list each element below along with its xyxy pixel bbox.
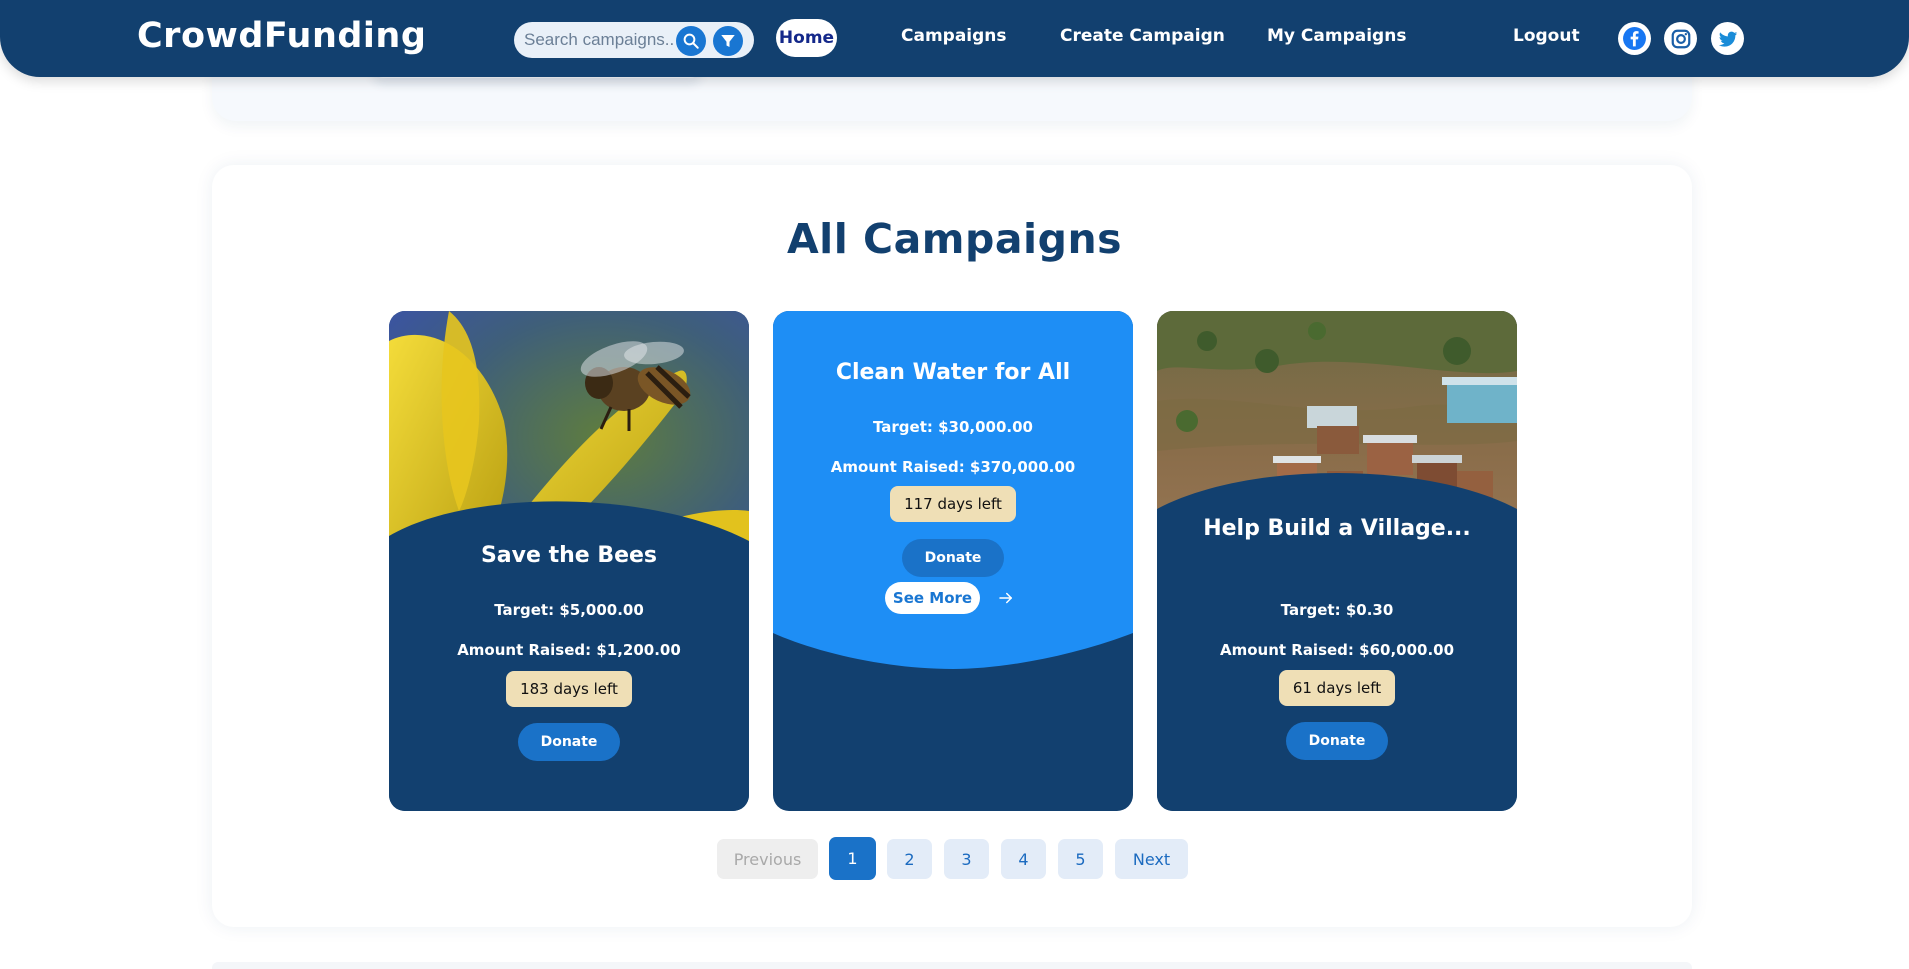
see-more-button[interactable]: See More [885, 582, 980, 614]
pagination-next[interactable]: Next [1115, 839, 1188, 879]
campaign-target: Target: $5,000.00 [494, 601, 644, 619]
pagination-page-2[interactable]: 2 [887, 839, 932, 879]
donate-button[interactable]: Donate [1286, 722, 1388, 760]
campaign-title: Clean Water for All [835, 360, 1071, 385]
days-left-badge: 117 days left [890, 486, 1016, 522]
campaign-target: Target: $0.30 [1280, 601, 1394, 619]
arrow-right-glyph [999, 592, 1012, 604]
instagram-link[interactable] [1664, 22, 1697, 55]
campaign-raised: Amount Raised: $1,200.00 [457, 641, 681, 659]
pagination-previous[interactable]: Previous [717, 839, 818, 879]
campaign-card[interactable]: Clean Water for All Target: $30,000.00 A… [773, 311, 1133, 811]
days-left-badge: 61 days left [1279, 670, 1395, 706]
arrow-right-icon[interactable] [994, 586, 1018, 610]
search-button[interactable] [676, 26, 706, 56]
twitter-link[interactable] [1711, 22, 1744, 55]
twitter-icon [1718, 31, 1737, 47]
search-input[interactable] [524, 28, 674, 52]
pagination-page-4[interactable]: 4 [1001, 839, 1046, 879]
days-left-badge: 183 days left [506, 671, 632, 707]
campaign-title: Save the Bees [480, 543, 658, 568]
campaign-target: Target: $30,000.00 [872, 418, 1033, 436]
filter-icon [721, 35, 735, 47]
campaign-raised: Amount Raised: $60,000.00 [1219, 641, 1455, 659]
nav-campaigns[interactable]: Campaigns [901, 26, 1007, 46]
campaign-raised: Amount Raised: $370,000.00 [830, 458, 1076, 476]
navbar: CrowdFunding Home Campaigns Create Campa… [0, 0, 1909, 77]
campaign-card[interactable]: Help Build a Village... Target: $0.30 Am… [1157, 311, 1517, 811]
section-title: All Campaigns [786, 215, 1123, 263]
pagination-page-5[interactable]: 5 [1058, 839, 1103, 879]
nav-logout[interactable]: Logout [1513, 26, 1580, 46]
search-icon [683, 33, 699, 49]
campaign-title: Help Build a Village... [1203, 516, 1471, 541]
facebook-link[interactable] [1618, 22, 1651, 55]
search-bar [514, 22, 754, 58]
facebook-icon [1623, 27, 1646, 50]
next-section-edge [212, 962, 1692, 969]
filter-button[interactable] [713, 26, 743, 56]
instagram-icon [1671, 29, 1690, 48]
nav-home[interactable]: Home [776, 19, 837, 57]
donate-button[interactable]: Donate [518, 723, 620, 761]
nav-my-campaigns[interactable]: My Campaigns [1267, 26, 1406, 46]
brand-logo[interactable]: CrowdFunding [137, 16, 426, 56]
campaign-card[interactable]: Save the Bees Target: $5,000.00 Amount R… [389, 311, 749, 811]
pagination-page-1[interactable]: 1 [829, 837, 876, 880]
donate-button[interactable]: Donate [902, 539, 1004, 577]
nav-create-campaign[interactable]: Create Campaign [1060, 26, 1225, 46]
pagination-page-3[interactable]: 3 [944, 839, 989, 879]
